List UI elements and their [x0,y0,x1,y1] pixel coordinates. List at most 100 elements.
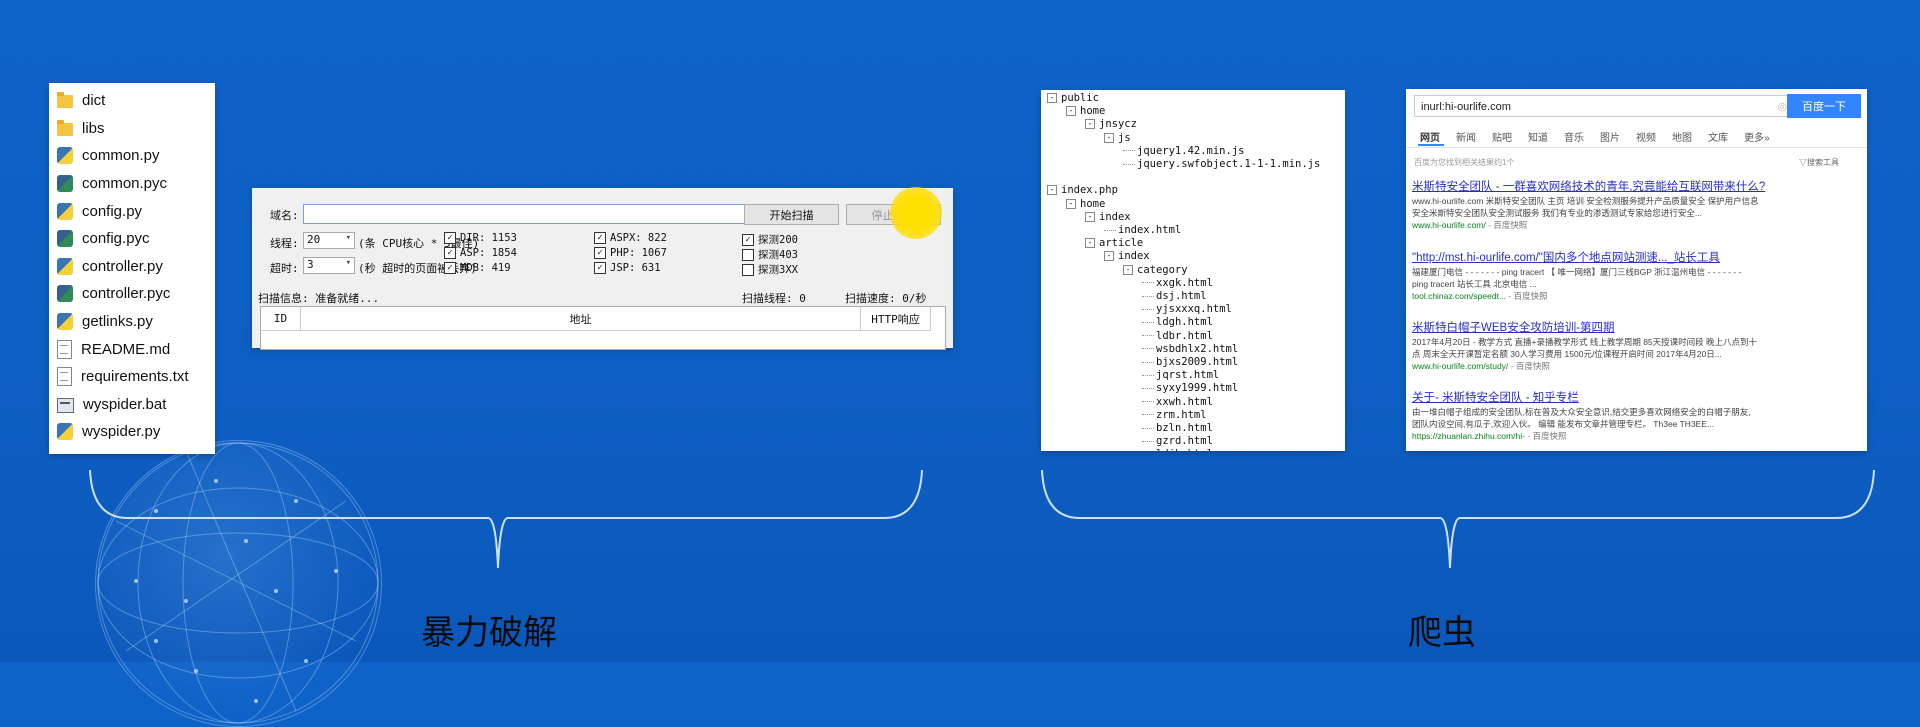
result-url[interactable]: tool.chinaz.com/speedt... - 百度快照 [1412,290,1852,302]
checked-icon: ✓ [594,232,606,244]
option-checkbox[interactable]: 探测3XX [742,262,798,277]
cached-snapshot-link[interactable]: - 百度快照 [1511,361,1550,371]
result-title-link[interactable]: "http://mst.hi-ourlife.com/"国内多个地点网站测速..… [1412,251,1852,266]
result-title-link[interactable]: 米斯特安全团队 - 一群喜欢网络技术的青年,究竟能给互联网带来什么? [1412,180,1852,195]
tree-node[interactable]: - category [1123,264,1188,277]
tree-node[interactable]: - js [1104,132,1131,145]
option-checkbox[interactable]: ✓ JSP: 631 [594,262,661,274]
tree-node[interactable]: - home [1066,105,1105,118]
tree-node[interactable]: index.html [1104,224,1181,237]
threads-select[interactable]: 20 ▾ [303,232,355,249]
search-tab[interactable]: 新闻 [1456,129,1476,144]
file-item[interactable]: wyspider.py [49,418,215,446]
python-file-icon [57,147,73,165]
tree-node[interactable]: jqrst.html [1142,369,1219,382]
option-checkbox[interactable]: ✓ MDB: 419 [444,262,511,274]
tree-node[interactable]: ldjh.html [1142,448,1213,451]
collapse-toggle-icon[interactable]: - [1085,211,1095,222]
collapse-toggle-icon[interactable]: - [1085,119,1095,130]
tree-node[interactable]: gzrd.html [1142,435,1213,448]
tree-node[interactable]: ldgh.html [1142,316,1213,329]
tree-node[interactable]: bjxs2009.html [1142,356,1238,369]
collapse-toggle-icon[interactable]: - [1066,198,1076,209]
collapse-toggle-icon[interactable]: - [1066,106,1076,117]
file-item[interactable]: requirements.txt [49,363,215,391]
tree-node[interactable]: xxgk.html [1142,277,1213,290]
file-item[interactable]: dict [49,87,215,115]
cached-snapshot-link[interactable]: - 百度快照 [1488,220,1527,230]
file-item[interactable]: wyspider.bat [49,391,215,419]
tree-node[interactable]: jquery.swfobject.1-1-1.min.js [1123,158,1320,171]
column-header-id[interactable]: ID [261,307,301,331]
search-input[interactable]: inurl:hi-ourlife.com ◎ [1414,95,1794,117]
tree-node[interactable]: - home [1066,198,1105,211]
search-tab[interactable]: 图片 [1600,129,1620,144]
tree-node-label: index.php [1061,184,1118,197]
search-tab[interactable]: 文库 [1708,129,1728,144]
file-item[interactable]: common.py [49,142,215,170]
result-title-link[interactable]: 关于- 米斯特安全团队 - 知乎专栏 [1412,391,1852,406]
search-tab[interactable]: 地图 [1672,129,1692,144]
tree-node[interactable]: - jnsycz [1085,118,1137,131]
file-item[interactable]: config.py [49,197,215,225]
camera-icon[interactable]: ◎ [1777,96,1787,118]
option-checkbox[interactable]: ✓ PHP: 1067 [594,247,667,259]
tree-node[interactable]: bzln.html [1142,422,1213,435]
tree-node[interactable]: ldbr.html [1142,330,1213,343]
tree-node[interactable]: - article [1085,237,1143,250]
result-url[interactable]: www.hi-ourlife.com/ - 百度快照 [1412,219,1852,231]
result-title-link[interactable]: 米斯特白帽子WEB安全攻防培训-第四期 [1412,321,1852,336]
start-scan-button[interactable]: 开始扫描 [744,204,839,225]
file-item[interactable]: controller.py [49,253,215,281]
tree-node-label: wsbdhlx2.html [1156,342,1239,355]
file-item[interactable]: README.md [49,335,215,363]
tree-node[interactable]: zrm.html [1142,409,1207,422]
timeout-select[interactable]: 3 ▾ [303,257,355,274]
results-table[interactable]: ID 地址 HTTP响应 [260,306,946,350]
collapse-toggle-icon[interactable]: - [1085,238,1095,249]
tree-node[interactable]: - index [1085,211,1131,224]
search-tools[interactable]: ▽搜索工具 [1799,157,1839,168]
file-item[interactable]: controller.pyc [49,280,215,308]
result-url[interactable]: www.hi-ourlife.com/study/ - 百度快照 [1412,360,1852,372]
option-checkbox[interactable]: ✓ 探测200 [742,232,798,247]
tree-node[interactable]: - public [1047,92,1099,105]
collapse-toggle-icon[interactable]: - [1104,132,1114,143]
tree-node[interactable]: syxy1999.html [1142,382,1238,395]
result-url[interactable]: https://zhuanlan.zhihu.com/hi- - 百度快照 [1412,430,1852,442]
file-item[interactable]: config.pyc [49,225,215,253]
search-tab[interactable]: 视频 [1636,129,1656,144]
domain-input[interactable] [303,204,788,224]
search-tab[interactable]: 贴吧 [1492,129,1512,144]
collapse-toggle-icon[interactable]: - [1047,93,1057,103]
search-tab[interactable]: 更多» [1744,129,1770,144]
file-item[interactable]: getlinks.py [49,308,215,336]
option-checkbox[interactable]: ✓ ASPX: 822 [594,232,667,244]
search-tab[interactable]: 网页 [1420,129,1440,144]
tree-node[interactable]: xxwh.html [1142,396,1213,409]
option-checkbox[interactable]: ✓ ASP: 1854 [444,247,517,259]
tree-node-label: gzrd.html [1156,435,1213,448]
search-button[interactable]: 百度一下 [1787,94,1861,118]
cached-snapshot-link[interactable]: - 百度快照 [1527,431,1566,441]
column-header-http[interactable]: HTTP响应 [861,307,931,331]
tree-connector [1142,335,1154,337]
option-checkbox[interactable]: 探测403 [742,247,798,262]
tree-node[interactable]: jquery1.42.min.js [1123,145,1244,158]
option-checkbox[interactable]: ✓ DIR: 1153 [444,232,517,244]
cached-snapshot-link[interactable]: - 百度快照 [1508,291,1547,301]
search-tab[interactable]: 知道 [1528,129,1548,144]
tree-node[interactable]: - index [1104,250,1150,263]
search-tab[interactable]: 音乐 [1564,129,1584,144]
collapse-toggle-icon[interactable]: - [1104,251,1114,262]
file-name: libs [82,119,105,137]
tree-node[interactable]: - index.php [1047,184,1118,197]
tree-node[interactable]: dsj.html [1142,290,1207,303]
collapse-toggle-icon[interactable]: - [1047,185,1057,196]
file-item[interactable]: common.pyc [49,170,215,198]
tree-node[interactable]: wsbdhlx2.html [1142,343,1238,356]
tree-node[interactable]: yjsxxxq.html [1142,303,1232,316]
file-item[interactable]: libs [49,115,215,143]
column-header-address[interactable]: 地址 [301,307,861,331]
collapse-toggle-icon[interactable]: - [1123,264,1133,275]
